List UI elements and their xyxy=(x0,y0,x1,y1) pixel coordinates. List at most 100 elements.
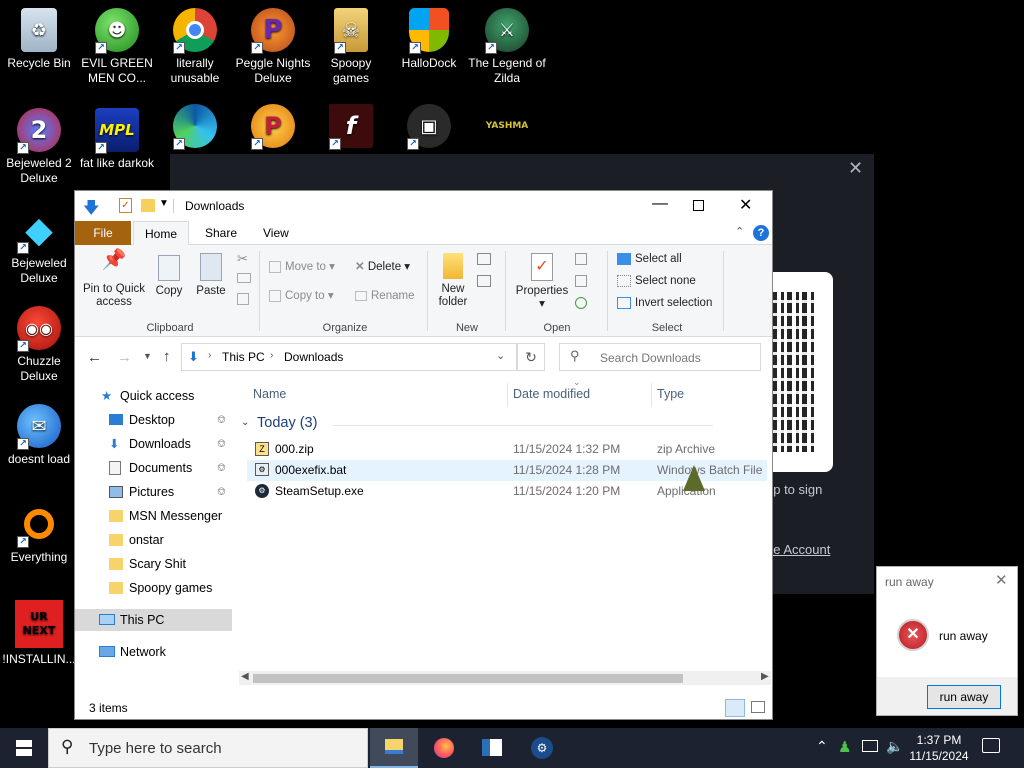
nav-item-documents[interactable]: Documents ⎊ xyxy=(75,457,232,479)
breadcrumb-this-pc[interactable]: This PC xyxy=(222,350,265,364)
large-icons-view-icon[interactable] xyxy=(751,701,765,713)
nav-item-downloads[interactable]: ⬇ Downloads ⎊ xyxy=(75,433,232,455)
details-view-icon[interactable] xyxy=(725,699,745,717)
column-header-name[interactable]: Name xyxy=(253,387,286,401)
address-dropdown-icon[interactable]: ⌄ xyxy=(496,349,505,362)
paste-button[interactable]: Paste xyxy=(193,253,229,298)
horizontal-scrollbar[interactable]: ◀ ▶ xyxy=(239,671,771,685)
scrollbar-thumb[interactable] xyxy=(253,674,683,683)
desktop-icon-legend-of-zilda[interactable]: ⚔ ↗ The Legend of Zilda xyxy=(468,8,546,86)
dialog-close-icon[interactable]: ✕ xyxy=(995,571,1008,589)
help-icon[interactable]: ? xyxy=(753,225,769,241)
nav-this-pc[interactable]: This PC xyxy=(75,609,232,631)
nav-item-msn-messenger[interactable]: MSN Messenger xyxy=(75,505,232,527)
nav-item-desktop[interactable]: Desktop ⎊ xyxy=(75,409,232,431)
cut-icon[interactable]: ✂ xyxy=(237,251,248,267)
tab-home[interactable]: Home xyxy=(133,221,189,245)
rename-button[interactable]: Rename xyxy=(355,290,414,303)
desktop-icon-installing[interactable]: UR NEXT !INSTALLIN... xyxy=(0,600,78,667)
desktop-icon-bejeweled-deluxe[interactable]: ◆ ↗ Bejeweled Deluxe xyxy=(0,208,78,286)
up-arrow-icon[interactable]: ↑ xyxy=(163,348,171,365)
refresh-button[interactable]: ↻ xyxy=(517,343,545,371)
tab-file[interactable]: File xyxy=(75,221,131,245)
run-away-button[interactable]: run away xyxy=(927,685,1001,709)
maximize-button[interactable] xyxy=(693,200,704,211)
address-bar[interactable]: ⬇ › This PC › Downloads ⌄ xyxy=(181,343,517,371)
new-folder-button[interactable]: New folder xyxy=(433,253,473,309)
start-button[interactable] xyxy=(0,728,48,768)
taskbar-news-icon[interactable] xyxy=(482,739,502,756)
nav-item-pictures[interactable]: Pictures ⎊ xyxy=(75,481,232,503)
volume-icon[interactable]: 🔈 xyxy=(886,738,903,755)
steam-close-icon[interactable]: ✕ xyxy=(848,160,866,178)
tab-share[interactable]: Share xyxy=(195,221,247,245)
new-folder-small-icon[interactable] xyxy=(141,199,155,212)
network-tray-icon[interactable] xyxy=(862,740,878,752)
pin-icon[interactable]: ⎊ xyxy=(217,457,226,479)
clock[interactable]: 1:37 PM 11/15/2024 xyxy=(906,732,972,764)
desktop-icon-flash[interactable]: f ↗ xyxy=(312,104,390,154)
collapse-ribbon-icon[interactable]: ⌃ xyxy=(735,225,744,238)
nav-item-onstar[interactable]: onstar xyxy=(75,529,232,551)
desktop-icon-fat-like-darkok[interactable]: MPL ↗ fat like darkok xyxy=(78,108,156,171)
desktop-icon-evil-green-men[interactable]: ☻ ↗ EVIL GREEN MEN CO... xyxy=(78,8,156,86)
desktop-icon-peggle-nights[interactable]: P ↗ Peggle Nights Deluxe xyxy=(234,8,312,86)
recent-locations-icon[interactable]: ▼ xyxy=(143,351,152,361)
scroll-right-icon[interactable]: ▶ xyxy=(761,671,769,682)
desktop-icon-edge[interactable]: ↗ xyxy=(156,104,234,154)
pin-icon[interactable]: ⎊ xyxy=(217,409,226,431)
easy-access-icon[interactable] xyxy=(477,275,491,287)
select-all-button[interactable]: Select all xyxy=(617,253,682,266)
properties-button[interactable]: ✓ Properties ▾ xyxy=(513,253,571,311)
steam-see-account-link[interactable]: ee Account xyxy=(766,542,830,557)
column-header-date[interactable]: Date modified xyxy=(513,387,590,401)
forward-arrow-icon[interactable]: → xyxy=(117,349,132,366)
action-center-icon[interactable] xyxy=(982,738,1000,753)
pin-icon[interactable]: ⎊ xyxy=(217,481,226,503)
desktop-icon-bejeweled-2[interactable]: 2 ↗ Bejeweled 2 Deluxe xyxy=(0,108,78,186)
desktop-icon-spoopy-games[interactable]: ☠ ↗ Spoopy games xyxy=(312,8,390,86)
group-header-today[interactable]: ⌄ Today (3) xyxy=(241,415,721,435)
show-hidden-icons-icon[interactable]: ⌃ xyxy=(816,738,828,755)
desktop-icon-recycle-bin[interactable]: ♻ Recycle Bin xyxy=(0,8,78,71)
column-header-type[interactable]: Type xyxy=(657,387,684,401)
new-item-icon[interactable] xyxy=(477,253,491,265)
minimize-button[interactable]: — xyxy=(645,195,675,213)
desktop-icon-everything[interactable]: ↗ Everything xyxy=(0,502,78,565)
copy-path-icon[interactable] xyxy=(237,273,251,283)
desktop-icon-screen-shield[interactable]: ▣ ↗ xyxy=(390,104,468,154)
taskbar-steam-icon[interactable]: ⚙ xyxy=(531,737,553,759)
nav-quick-access[interactable]: ★ Quick access xyxy=(75,385,232,407)
nav-network[interactable]: Network xyxy=(75,641,232,663)
invert-selection-button[interactable]: Invert selection xyxy=(617,297,712,310)
paste-shortcut-icon[interactable] xyxy=(237,293,249,305)
history-icon[interactable] xyxy=(575,297,587,309)
desktop-icon-peggle-2[interactable]: P ↗ xyxy=(234,104,312,154)
delete-button[interactable]: ✕ Delete ▾ xyxy=(355,261,410,274)
back-arrow-icon[interactable]: ← xyxy=(87,349,102,366)
select-none-button[interactable]: Select none xyxy=(617,275,696,288)
taskbar-search-box[interactable]: ⚲ Type here to search xyxy=(48,728,368,768)
taskbar-explorer-icon[interactable] xyxy=(370,728,418,768)
people-icon[interactable]: ♟ xyxy=(838,738,851,756)
search-box[interactable]: ⚲ Search Downloads xyxy=(559,343,761,371)
nav-item-scary-shit[interactable]: Scary Shit xyxy=(75,553,232,575)
desktop-icon-literally-unusable[interactable]: ↗ literally unusable xyxy=(156,8,234,86)
tab-view[interactable]: View xyxy=(253,221,299,245)
open-icon[interactable] xyxy=(575,253,587,265)
properties-check-icon[interactable]: ✓ xyxy=(119,198,132,213)
close-button[interactable]: ✕ xyxy=(739,195,752,214)
table-row[interactable]: Z 000.zip 11/15/2024 1:32 PM zip Archive xyxy=(247,439,767,460)
desktop-icon-yashma[interactable]: YASHMA xyxy=(468,104,546,154)
copy-button[interactable]: Copy xyxy=(151,253,187,298)
customize-toolbar-icon[interactable]: ▼ xyxy=(159,198,169,209)
desktop-icon-chuzzle-deluxe[interactable]: ◉◉ ↗ Chuzzle Deluxe xyxy=(0,306,78,384)
nav-item-spoopy-games[interactable]: Spoopy games xyxy=(75,577,232,599)
desktop-icon-hallodock[interactable]: ↗ HalloDock xyxy=(390,8,468,71)
edit-icon[interactable] xyxy=(575,275,587,287)
pin-icon[interactable]: ⎊ xyxy=(217,433,226,455)
pin-quick-access-button[interactable]: 📌 Pin to Quick access xyxy=(81,249,147,309)
copy-to-button[interactable]: Copy to ▾ xyxy=(269,290,334,303)
scroll-left-icon[interactable]: ◀ xyxy=(241,671,249,682)
move-to-button[interactable]: Move to ▾ xyxy=(269,261,335,274)
